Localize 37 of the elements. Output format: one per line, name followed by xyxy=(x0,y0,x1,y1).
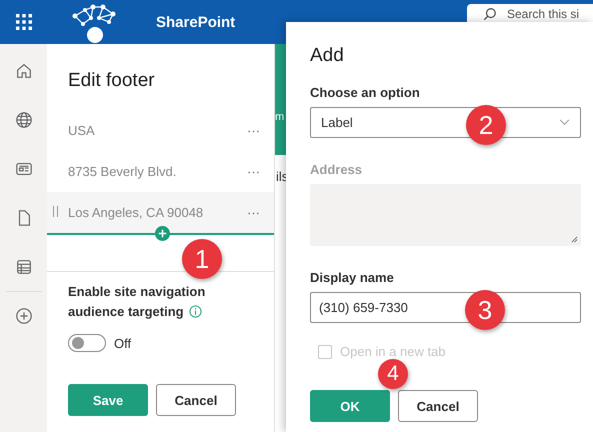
add-icon[interactable] xyxy=(155,226,170,241)
field-label: Choose an option xyxy=(310,85,421,100)
home-icon[interactable] xyxy=(14,62,32,80)
dialog-title: Add xyxy=(310,45,345,67)
address-field[interactable] xyxy=(310,184,581,246)
item-label: Los Angeles, CA 90048 xyxy=(68,205,204,220)
footer-item[interactable]: 8735 Beverly Blvd. ··· xyxy=(47,151,274,192)
more-button[interactable]: ··· xyxy=(243,164,264,179)
resize-grip-icon[interactable] xyxy=(571,236,578,243)
more-button[interactable]: ··· xyxy=(243,205,264,220)
app-launcher-icon[interactable] xyxy=(16,14,32,30)
item-label: 8735 Beverly Blvd. xyxy=(68,164,178,179)
more-button[interactable]: ··· xyxy=(243,123,264,138)
info-icon[interactable] xyxy=(189,305,202,318)
footer-item[interactable]: Los Angeles, CA 90048 ··· xyxy=(47,192,274,233)
field-label: Display name xyxy=(310,270,395,285)
item-label: USA xyxy=(68,123,96,138)
chevron-down-icon xyxy=(559,119,570,126)
toggle-state: Off xyxy=(114,336,132,350)
save-button[interactable]: Save xyxy=(68,384,148,416)
checkbox-label: Open in a new tab xyxy=(340,344,446,359)
ok-button[interactable]: OK xyxy=(310,390,390,422)
drag-handle-icon[interactable] xyxy=(53,206,58,217)
cancel-button[interactable]: Cancel xyxy=(156,384,236,416)
globe-icon[interactable] xyxy=(14,111,32,129)
app-name[interactable]: SharePoint xyxy=(156,14,236,30)
search-icon xyxy=(483,7,497,21)
list-icon[interactable] xyxy=(14,258,32,276)
targeting-label: Enable site navigation audience targeting xyxy=(68,283,206,321)
field-label: Address xyxy=(310,162,364,177)
page-text: m xyxy=(275,111,284,123)
panel-title: Edit footer xyxy=(68,70,156,92)
cancel-button[interactable]: Cancel xyxy=(398,390,478,422)
news-icon[interactable] xyxy=(14,160,32,178)
toggle-switch[interactable] xyxy=(68,334,106,352)
add-icon[interactable] xyxy=(14,307,32,325)
footer-item[interactable]: USA ··· xyxy=(47,110,274,151)
